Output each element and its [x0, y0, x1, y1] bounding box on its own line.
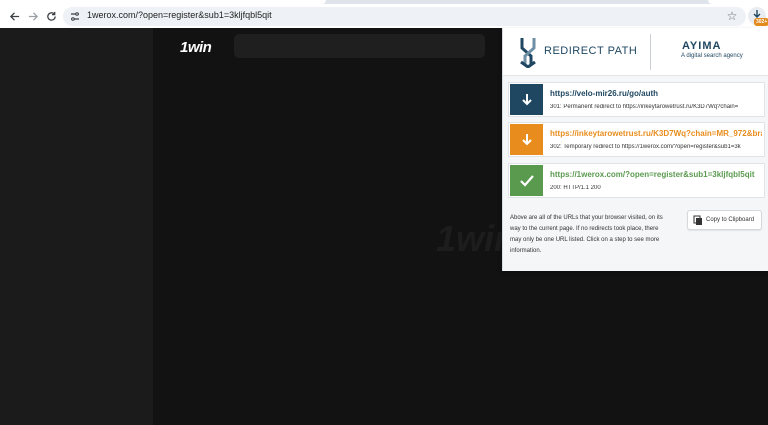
check-icon	[519, 174, 534, 187]
header-divider	[650, 34, 651, 70]
page-left-panel	[0, 28, 153, 425]
arrow-down-icon	[521, 93, 532, 105]
step-url: https://velo-mir26.ru/go/auth	[550, 89, 659, 98]
reload-button[interactable]	[41, 6, 61, 26]
step-detail: 301: Permanent redirect to https://inkey…	[550, 104, 739, 110]
bookmark-star-icon[interactable]: ☆	[725, 9, 739, 23]
arrow-left-icon	[9, 11, 19, 21]
step-url: https://1werox.com/?open=register&sub1=3…	[550, 170, 755, 179]
arrow-right-icon	[28, 11, 38, 21]
url-text[interactable]: 1werox.com/?open=register&sub1=3kljfqbl5…	[87, 10, 272, 20]
info-text: Above are all of the URLs that your brow…	[510, 215, 663, 254]
popup-title: REDIRECT PATH	[544, 45, 638, 57]
ayima-logo[interactable]: AYIMA	[682, 40, 721, 52]
redirect-step[interactable]: https://velo-mir26.ru/go/auth 301: Perma…	[508, 82, 765, 117]
clipboard-icon	[693, 215, 702, 225]
step-detail: 302: Temporary redirect to https://1wero…	[550, 144, 741, 150]
redirect-step[interactable]: https://1werox.com/?open=register&sub1=3…	[508, 163, 765, 198]
redirect-path-popup: REDIRECT PATH AYIMA A digital search age…	[502, 28, 768, 271]
site-search-bar[interactable]	[234, 34, 485, 58]
copy-to-clipboard-button[interactable]: Copy to Clipboard	[687, 210, 762, 230]
step-status-box	[510, 84, 543, 115]
arrow-down-icon	[521, 133, 532, 145]
site-settings-icon[interactable]	[70, 11, 80, 22]
reload-icon	[46, 11, 56, 21]
step-status-box	[510, 165, 543, 196]
extension-badge: 302+	[754, 18, 768, 26]
popup-header: REDIRECT PATH AYIMA A digital search age…	[503, 28, 768, 76]
browser-toolbar: 1werox.com/?open=register&sub1=3kljfqbl5…	[0, 4, 768, 28]
address-bar[interactable]: 1werox.com/?open=register&sub1=3kljfqbl5…	[63, 7, 746, 26]
site-logo[interactable]: 1win	[180, 39, 212, 56]
redirect-step[interactable]: https://inkeytarowetrust.ru/K3D7Wq?chain…	[508, 122, 765, 157]
redirect-path-logo-icon	[520, 38, 536, 68]
forward-button[interactable]	[23, 6, 43, 26]
copy-button-label: Copy to Clipboard	[706, 217, 755, 223]
step-status-box	[510, 124, 543, 155]
ayima-tagline: A digital search agency	[681, 53, 743, 59]
back-button[interactable]	[4, 6, 24, 26]
step-detail: 200: HTTP/1.1 200	[550, 185, 601, 191]
step-url: https://inkeytarowetrust.ru/K3D7Wq?chain…	[550, 129, 762, 138]
